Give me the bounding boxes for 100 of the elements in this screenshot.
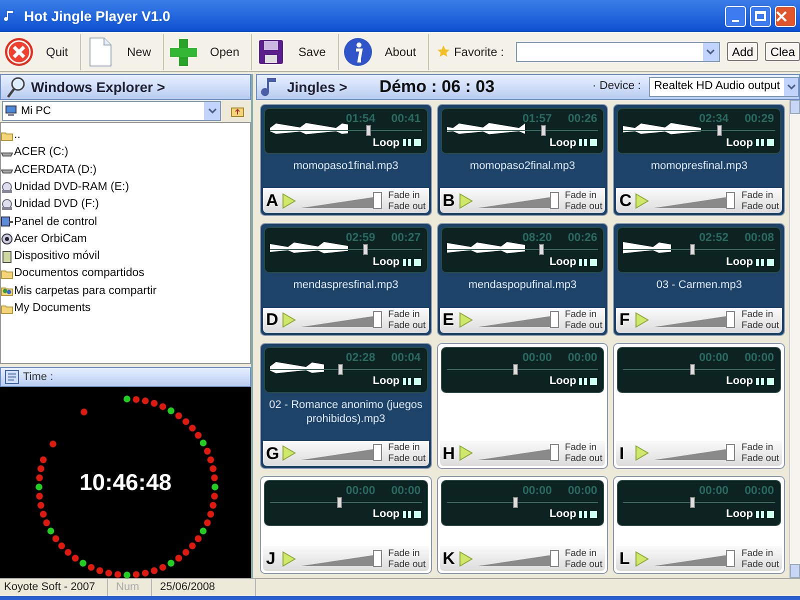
- volume-thumb[interactable]: [372, 311, 382, 328]
- progress-thumb[interactable]: [513, 496, 518, 508]
- toolbar-button[interactable]: About: [338, 34, 430, 70]
- favorite-dropdown[interactable]: [516, 42, 720, 62]
- jingle-pad[interactable]: 08:20 00:26 Loop mendaspopufinal.mp3 E Fade in Fade out: [436, 223, 608, 336]
- volume-thumb[interactable]: [550, 550, 559, 566]
- fade-in-button[interactable]: Fade in: [742, 442, 779, 454]
- file-list-item[interactable]: Acer OrbiCam: [14, 230, 87, 248]
- fade-in-button[interactable]: Fade in: [742, 548, 779, 558]
- play-button[interactable]: [282, 192, 298, 210]
- fade-in-button[interactable]: Fade in: [388, 309, 426, 320]
- progress-thumb[interactable]: [690, 364, 696, 374]
- fade-in-button[interactable]: Fade in: [742, 309, 779, 320]
- play-button[interactable]: [635, 444, 652, 462]
- file-list-item[interactable]: Documentos compartidos: [14, 265, 144, 283]
- play-button[interactable]: [282, 550, 298, 568]
- progress-thumb[interactable]: [539, 244, 544, 256]
- volume-thumb[interactable]: [550, 311, 559, 328]
- volume-thumb[interactable]: [372, 444, 382, 462]
- play-button[interactable]: [458, 192, 475, 210]
- volume-thumb[interactable]: [372, 192, 382, 209]
- progress-thumb[interactable]: [690, 496, 696, 508]
- play-button[interactable]: [635, 550, 652, 568]
- progress-thumb[interactable]: [366, 125, 371, 136]
- fade-out-button[interactable]: Fade out: [388, 558, 426, 570]
- maximize-button[interactable]: [750, 6, 771, 26]
- device-dropdown[interactable]: Realtek HD Audio output: [649, 77, 799, 97]
- toolbar-button[interactable]: Open: [164, 34, 252, 70]
- volume-thumb[interactable]: [726, 192, 736, 209]
- fade-out-button[interactable]: Fade out: [388, 453, 426, 464]
- play-button[interactable]: [458, 444, 475, 462]
- jingle-pad[interactable]: 02:59 00:27 Loop mendaspresfinal.mp3 D Fade in Fade out: [260, 223, 432, 336]
- jingle-pad[interactable]: 01:57 00:26 Loop momopaso2final.mp3 B Fade in Fade out: [436, 104, 608, 216]
- fade-out-button[interactable]: Fade out: [742, 320, 779, 331]
- jingle-pad[interactable]: 01:54 00:41 Loop momopaso1final.mp3 A Fade in Fade out: [260, 104, 432, 216]
- jingle-pad[interactable]: 00:00 00:00 Loop J Fade in Fade out: [260, 476, 432, 574]
- volume-thumb[interactable]: [550, 444, 559, 462]
- play-button[interactable]: [635, 192, 652, 210]
- volume-thumb[interactable]: [726, 550, 736, 566]
- fade-in-button[interactable]: Fade in: [388, 548, 426, 558]
- toolbar-button[interactable]: Save: [252, 34, 339, 70]
- play-button[interactable]: [458, 550, 475, 568]
- disc-drive-icon: [1, 198, 13, 211]
- file-list-item[interactable]: Dispositivo móvil: [14, 248, 100, 266]
- file-name: momopaso2final.mp3: [470, 159, 576, 173]
- fade-out-button[interactable]: Fade out: [388, 200, 426, 212]
- fade-out-button[interactable]: Fade out: [564, 200, 602, 212]
- play-button[interactable]: [282, 311, 298, 329]
- progress-thumb[interactable]: [717, 125, 722, 136]
- jingle-pad[interactable]: 00:00 00:00 Loop H Fade in Fade out: [436, 342, 608, 469]
- file-list-item[interactable]: ACERDATA (D:): [14, 162, 97, 179]
- progress-thumb[interactable]: [540, 125, 546, 136]
- file-list-item[interactable]: Unidad DVD (F:): [14, 196, 99, 214]
- file-list-item[interactable]: ..: [14, 127, 20, 144]
- jingle-pad[interactable]: 02:52 00:08 Loop 03 - Carmen.mp3 F Fade in Fade out: [613, 223, 785, 336]
- progress-thumb[interactable]: [513, 364, 518, 374]
- volume-thumb[interactable]: [726, 311, 736, 328]
- close-button[interactable]: [775, 6, 796, 26]
- file-list-item[interactable]: My Documents: [14, 300, 91, 318]
- stop-icon: [590, 139, 598, 146]
- minimize-button[interactable]: [725, 6, 746, 26]
- fade-out-button[interactable]: Fade out: [564, 453, 602, 464]
- toolbar-small-button[interactable]: Clea: [765, 42, 800, 61]
- fade-in-button[interactable]: Fade in: [388, 442, 426, 454]
- volume-thumb[interactable]: [726, 444, 736, 462]
- progress-thumb[interactable]: [338, 364, 344, 374]
- jingle-pad[interactable]: 00:00 00:00 Loop L Fade in Fade out: [613, 476, 785, 574]
- fade-out-button[interactable]: Fade out: [742, 200, 779, 212]
- progress-thumb[interactable]: [362, 244, 368, 256]
- fade-out-button[interactable]: Fade out: [742, 453, 779, 464]
- location-dropdown[interactable]: Mi PC: [2, 101, 221, 121]
- toolbar-button[interactable]: Quit: [0, 34, 82, 70]
- play-button[interactable]: [635, 311, 652, 329]
- jingle-pad[interactable]: 02:34 00:29 Loop momopresfinal.mp3 C Fade in Fade out: [613, 104, 785, 216]
- toolbar-small-button[interactable]: Add: [726, 42, 758, 61]
- fade-out-button[interactable]: Fade out: [742, 558, 779, 570]
- play-button[interactable]: [458, 311, 475, 329]
- progress-thumb[interactable]: [336, 496, 342, 508]
- jingle-pad[interactable]: 00:00 00:00 Loop K Fade in Fade out: [436, 476, 608, 574]
- fade-out-button[interactable]: Fade out: [388, 320, 426, 331]
- pause-icon: [402, 139, 411, 146]
- fade-out-button[interactable]: Fade out: [564, 320, 602, 331]
- fade-out-button[interactable]: Fade out: [564, 558, 602, 570]
- fade-in-button[interactable]: Fade in: [564, 548, 602, 558]
- jingle-pad[interactable]: 00:00 00:00 Loop I Fade in Fade out: [613, 342, 785, 469]
- file-list-item[interactable]: ACER (C:): [14, 144, 68, 162]
- fade-in-button[interactable]: Fade in: [564, 442, 602, 454]
- toolbar-button[interactable]: New: [81, 34, 164, 70]
- volume-thumb[interactable]: [550, 192, 559, 209]
- fade-in-button[interactable]: Fade in: [564, 309, 602, 320]
- file-list-item[interactable]: Unidad DVD-RAM (E:): [14, 178, 130, 196]
- play-button[interactable]: [282, 444, 298, 462]
- fade-in-button[interactable]: Fade in: [388, 190, 426, 201]
- fade-in-button[interactable]: Fade in: [742, 190, 779, 201]
- volume-thumb[interactable]: [372, 550, 382, 566]
- file-list-item[interactable]: Mis carpetas para compartir: [14, 282, 157, 300]
- fade-in-button[interactable]: Fade in: [564, 190, 602, 201]
- progress-thumb[interactable]: [690, 244, 696, 256]
- jingle-pad[interactable]: 02:28 00:04 Loop 02 - Romance anonimo (juegos prohibidos).mp3 G Fade in Fade out: [260, 342, 432, 469]
- file-list-item[interactable]: Panel de control: [14, 214, 98, 231]
